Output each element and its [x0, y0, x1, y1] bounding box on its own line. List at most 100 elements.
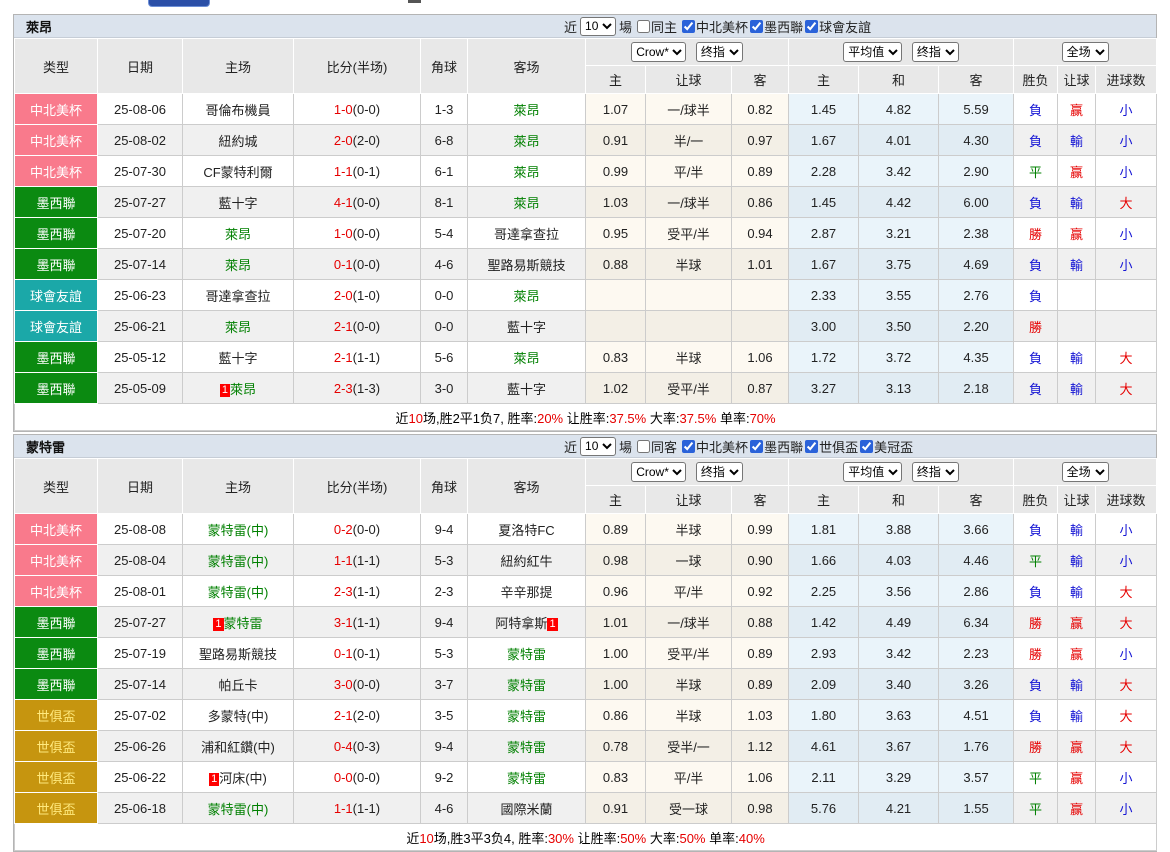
recent-count-select[interactable]: 10 [580, 17, 616, 36]
same-venue-checkbox[interactable] [637, 440, 650, 453]
average-odds-cell: 1.55 [939, 793, 1014, 824]
scope-select[interactable]: 全场 [1062, 462, 1109, 482]
match-row: 墨西聯25-07-19聖路易斯競技0-1(0-1)5-3蒙特雷1.00受平/半0… [15, 638, 1157, 669]
result-cell: 大 [1096, 373, 1157, 404]
league-type-badge: 中北美杯 [15, 545, 98, 576]
handicap-odds-cell: 一/球半 [646, 607, 732, 638]
home-team-name: 蒙特雷(中) [208, 523, 269, 538]
home-team: 蒙特雷(中) [183, 514, 294, 545]
odds-time-select[interactable]: 终指 [696, 462, 743, 482]
league-checkbox[interactable] [750, 440, 763, 453]
match-row: 墨西聯25-07-14萊昂0-1(0-0)4-6聖路易斯競技0.88半球1.01… [15, 249, 1157, 280]
scope-select[interactable]: 全场 [1062, 42, 1109, 62]
average-odds-cell: 2.28 [789, 156, 859, 187]
home-team-name: 聖路易斯競技 [199, 647, 277, 662]
average-odds-cell: 1.42 [789, 607, 859, 638]
home-team: 1蒙特雷 [183, 607, 294, 638]
red-card-badge: 1 [213, 618, 223, 631]
match-score: 2-3(1-1) [294, 576, 421, 607]
red-card-badge: 1 [220, 384, 230, 397]
team-name: 萊昂 [26, 17, 52, 36]
handicap-odds-cell: 0.91 [586, 125, 646, 156]
average-time-select[interactable]: 终指 [912, 462, 959, 482]
handicap-odds-cell: 0.86 [586, 700, 646, 731]
average-odds-cell: 3.42 [859, 638, 939, 669]
recent-count-select[interactable]: 10 [580, 437, 616, 456]
league-checkbox[interactable] [750, 20, 763, 33]
handicap-odds-cell: 半球 [646, 249, 732, 280]
average-odds-cell: 2.09 [789, 669, 859, 700]
subcol-handicap-away: 客 [732, 66, 789, 94]
league-checkbox[interactable] [805, 440, 818, 453]
handicap-odds-cell: 1.07 [586, 94, 646, 125]
summary-segment: 50% [679, 831, 705, 846]
result-cell: 負 [1014, 249, 1058, 280]
result-cell: 輸 [1058, 187, 1096, 218]
odds-time-select[interactable]: 终指 [696, 42, 743, 62]
result-cell: 赢 [1058, 638, 1096, 669]
handicap-odds-cell: 一球 [646, 545, 732, 576]
corner-count: 0-0 [421, 280, 468, 311]
summary-segment: 70% [750, 411, 776, 426]
red-card-badge: 1 [547, 618, 557, 631]
match-date: 25-08-02 [98, 125, 183, 156]
away-team-name: 蒙特雷 [507, 709, 546, 724]
league-type-badge: 世俱盃 [15, 762, 98, 793]
bookmaker-select[interactable]: Crow* [631, 42, 686, 62]
team-name: 蒙特雷 [26, 437, 65, 456]
same-venue-label: 同主 [651, 17, 677, 36]
average-select-group: 平均值 终指 [789, 39, 1014, 66]
match-row: 中北美杯25-08-01蒙特雷(中)2-3(1-1)2-3辛辛那提0.96平/半… [15, 576, 1157, 607]
away-team-name: 萊昂 [513, 196, 539, 211]
league-checkbox[interactable] [860, 440, 873, 453]
handicap-odds-cell: 1.12 [732, 731, 789, 762]
average-select[interactable]: 平均值 [843, 462, 902, 482]
same-venue-label: 同客 [651, 437, 677, 456]
subcol-handicap-home: 主 [586, 66, 646, 94]
summary-segment: 37.5% [679, 411, 716, 426]
handicap-odds-cell: 1.06 [732, 342, 789, 373]
league-checkbox[interactable] [682, 440, 695, 453]
result-cell: 小 [1096, 218, 1157, 249]
bookmaker-select[interactable]: Crow* [631, 462, 686, 482]
result-cell: 輸 [1058, 700, 1096, 731]
league-checkbox[interactable] [682, 20, 695, 33]
result-cell: 赢 [1058, 793, 1096, 824]
summary-segment: 近 [395, 411, 408, 426]
average-odds-cell: 1.66 [789, 545, 859, 576]
league-label: 球會友誼 [819, 17, 871, 36]
average-odds-cell: 6.34 [939, 607, 1014, 638]
handicap-odds-cell: 平/半 [646, 762, 732, 793]
league-label: 中北美杯 [696, 17, 748, 36]
away-team-name: 萊昂 [513, 165, 539, 180]
halftime-score: (0-0) [353, 319, 380, 334]
result-cell: 輸 [1058, 342, 1096, 373]
subcol-handicap-line: 让球 [646, 486, 732, 514]
average-odds-cell: 2.11 [789, 762, 859, 793]
match-date: 25-08-04 [98, 545, 183, 576]
league-type-badge: 中北美杯 [15, 125, 98, 156]
halftime-score: (1-1) [353, 615, 380, 630]
col-header-corner: 角球 [421, 39, 468, 94]
result-cell: 小 [1096, 638, 1157, 669]
home-team-name: 蒙特雷(中) [208, 802, 269, 817]
handicap-odds-cell: 0.87 [732, 373, 789, 404]
subcol-avg-away: 客 [939, 66, 1014, 94]
summary-segment: 场,胜3平3负4, 胜率: [434, 831, 548, 846]
home-team-name: 浦和紅鑽(中) [201, 740, 275, 755]
away-team-name: 萊昂 [513, 351, 539, 366]
col-header-away: 客场 [468, 39, 586, 94]
match-date: 25-08-01 [98, 576, 183, 607]
average-odds-cell: 1.67 [789, 249, 859, 280]
away-team: 蒙特雷 [468, 669, 586, 700]
result-cell: 平 [1014, 545, 1058, 576]
result-cell: 平 [1014, 156, 1058, 187]
same-venue-checkbox[interactable] [637, 20, 650, 33]
league-checkbox[interactable] [805, 20, 818, 33]
match-date: 25-07-14 [98, 669, 183, 700]
corner-count: 1-3 [421, 94, 468, 125]
average-odds-cell: 5.59 [939, 94, 1014, 125]
handicap-odds-cell: 0.99 [732, 514, 789, 545]
average-select[interactable]: 平均值 [843, 42, 902, 62]
average-time-select[interactable]: 终指 [912, 42, 959, 62]
